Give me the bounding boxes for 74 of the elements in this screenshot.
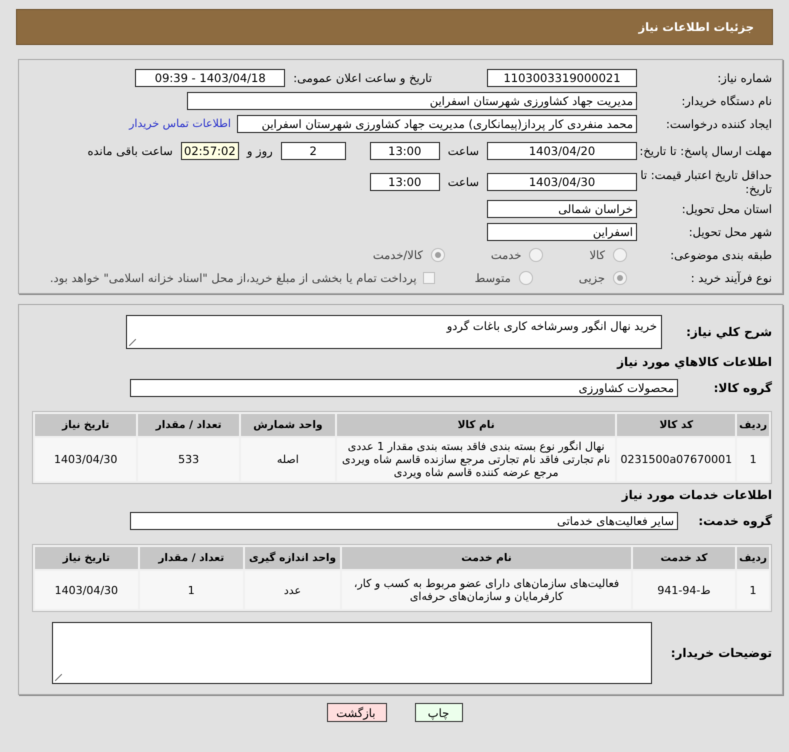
announce-date-field: 1403/04/18 - 09:39: [135, 68, 286, 86]
table-cell: 1: [140, 571, 243, 609]
radio-button[interactable]: [613, 270, 627, 284]
checkbox-label: پرداخت تمام یا بخشی از مبلغ خرید،از محل "اسناد خزانه اسلامی" خواهد بود.: [50, 270, 417, 284]
remaining-label: ساعت باقی مانده: [88, 144, 173, 158]
time-label: ساعت: [448, 144, 479, 158]
field-label: استان محل تحویل:: [680, 202, 772, 216]
field-label: نام دستگاه خریدار:: [680, 94, 772, 108]
radio-label: کالا/خدمت: [372, 248, 423, 262]
radio-label: متوسط: [474, 270, 511, 284]
radio-button[interactable]: [518, 270, 533, 284]
validity-time-field: 13:00: [370, 172, 440, 190]
table-cell: ط-94-941: [632, 571, 736, 609]
field-label: حداقل تاریخ اعتبار قیمت: تا تاریخ:: [639, 168, 772, 196]
table-cell: عدد: [244, 571, 340, 609]
radio-button[interactable]: [529, 248, 544, 262]
field-label: توضیحات خریدار:: [670, 646, 772, 660]
days-field: 2: [280, 142, 346, 160]
field-label: طبقه بندی موضوعی:: [669, 248, 772, 262]
time-label: ساعت: [448, 174, 479, 188]
page-title: جزئیات اطلاعات نیاز: [638, 20, 754, 34]
field-label: تاریخ و ساعت اعلان عمومی:: [293, 70, 432, 84]
need-number-field: 1103003319000021: [487, 68, 637, 86]
group-field: محصولات کشاورزی: [130, 379, 678, 397]
buyer-contact-link[interactable]: اطلاعات تماس خریدار: [129, 117, 231, 130]
column-header: تعداد / مقدار: [138, 414, 239, 436]
section-title: اطلاعات کالاهاي مورد نياز: [616, 354, 773, 371]
province-field: خراسان شمالی: [487, 200, 637, 218]
description-field: خرید نهال انگور وسرشاخه کاری باغات گردو: [126, 315, 662, 349]
group-field: سایر فعالیت‌های خدماتی: [130, 512, 678, 530]
column-header: ردیف: [737, 547, 769, 569]
column-header: تاریخ نیاز: [35, 547, 138, 569]
column-header: ردیف: [737, 414, 769, 436]
field-label: نوع فرآیند خرید :: [690, 270, 772, 284]
table-cell: نهال انگور نوع بسته بندی فاقد بسته بندی مقدار 1 عددی نام تجارتی فاقد نام تجارتی مرجع سازنده قاسم شاه ویردی مرجع عرضه کننده قاسم شاه ویردی: [336, 438, 616, 481]
table-cell: 0231500a07670001: [617, 438, 736, 481]
radio-button[interactable]: [613, 248, 627, 262]
column-header: کد خدمت: [632, 547, 736, 569]
section-title: اطلاعات خدمات مورد نیاز: [620, 487, 773, 504]
field-label: مهلت ارسال پاسخ: تا تاریخ:: [638, 144, 772, 158]
radio-button[interactable]: [430, 248, 445, 262]
back-button[interactable]: بازگشت: [326, 703, 386, 722]
column-header: تعداد / مقدار: [140, 547, 243, 569]
deadline-date-field: 1403/04/20: [487, 142, 637, 160]
table-cell: 1403/04/30: [35, 438, 136, 481]
table-cell: 1403/04/30: [35, 571, 138, 609]
column-header: واحد شمارش: [240, 414, 335, 436]
field-label: شماره نیاز:: [716, 70, 772, 84]
table-cell: فعالیت‌های سازمان‌های دارای عضو مربوط به کسب و کار، کارفرمایان و سازمان‌های حرفه‌ای: [342, 571, 631, 609]
checkbox[interactable]: [422, 272, 435, 284]
column-header: نام کالا: [336, 414, 616, 436]
validity-date-field: 1403/04/30: [487, 172, 637, 190]
days-label: روز و: [246, 144, 273, 158]
table-cell: 533: [138, 438, 239, 481]
field-label: شرح کلي نياز:: [685, 325, 772, 339]
buyer-notes-field[interactable]: [52, 622, 652, 684]
field-label: شهر محل تحویل:: [688, 224, 772, 238]
table-cell: 1: [737, 438, 769, 481]
deadline-time-field: 13:00: [370, 142, 440, 160]
buyer-org-field: مدیریت جهاد کشاورزی شهرستان اسفراین: [187, 92, 637, 110]
radio-label: جزیی: [578, 270, 605, 284]
remaining-time-field: 02:57:02: [180, 142, 239, 160]
radio-label: کالا: [589, 248, 605, 262]
field-label: ایجاد کننده درخواست:: [665, 116, 772, 130]
city-field: اسفراین: [487, 222, 637, 240]
table-cell: اصله: [240, 438, 335, 481]
print-button[interactable]: چاپ: [414, 703, 462, 722]
column-header: کد کالا: [617, 414, 736, 436]
radio-label: خدمت: [490, 248, 522, 262]
column-header: نام خدمت: [342, 547, 631, 569]
table-cell: 1: [737, 571, 769, 609]
requester-field: محمد منفردی کار پرداز(پیمانکاری) مدیریت جهاد کشاورزی شهرستان اسفراین: [237, 114, 637, 132]
column-header: واحد اندازه گیری: [244, 547, 340, 569]
column-header: تاریخ نیاز: [35, 414, 136, 436]
